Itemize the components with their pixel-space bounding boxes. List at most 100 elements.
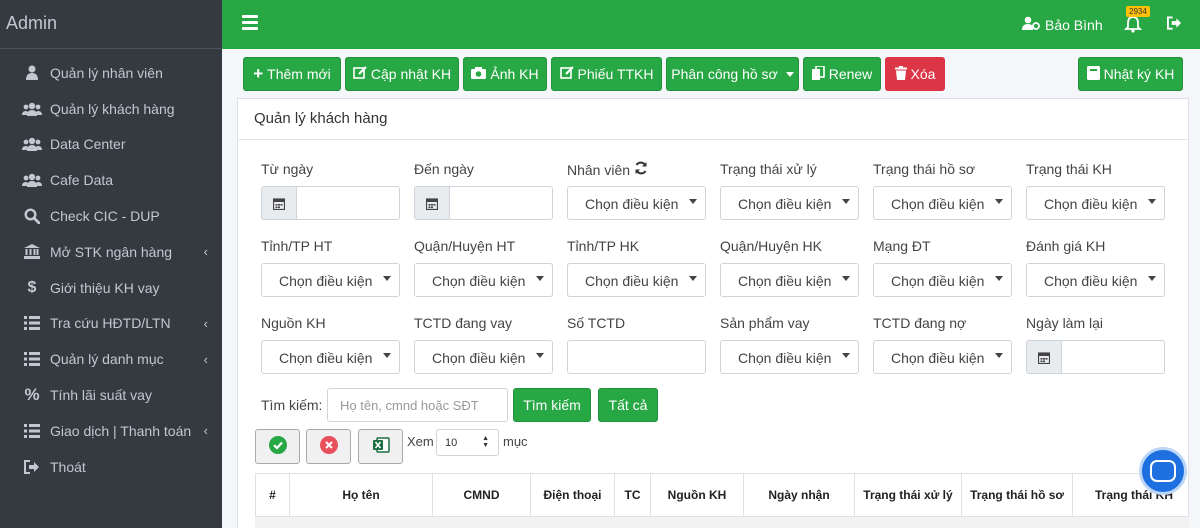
- search-input[interactable]: Họ tên, cmnd hoặc SĐT: [327, 388, 508, 422]
- table-header-cell[interactable]: TC: [614, 474, 650, 517]
- table-header-cell[interactable]: Trạng thái hồ sơ: [961, 474, 1072, 517]
- users-icon: [22, 102, 42, 116]
- redo-date-input[interactable]: [1026, 340, 1165, 374]
- sidebar-item-categories[interactable]: Quản lý danh mục ‹: [0, 341, 222, 377]
- zalo-chat-button[interactable]: [1139, 447, 1187, 495]
- reject-button[interactable]: [306, 429, 351, 464]
- province-ht-select[interactable]: Chọn điều kiện: [261, 263, 400, 297]
- logout-icon[interactable]: [1167, 16, 1182, 33]
- table-header-cell[interactable]: Trạng thái xử lý: [854, 474, 961, 517]
- notification-badge: 2934: [1126, 6, 1150, 17]
- file-status-select[interactable]: Chọn điều kiện: [873, 186, 1012, 220]
- from-date-input[interactable]: [261, 186, 400, 220]
- lender-count-input[interactable]: [567, 340, 706, 374]
- calendar-icon[interactable]: [1027, 341, 1062, 373]
- sidebar-item-label: Quản lý khách hàng: [50, 100, 175, 117]
- approve-button[interactable]: [255, 429, 300, 464]
- district-ht-select[interactable]: Chọn điều kiện: [414, 263, 553, 297]
- table-header-cell[interactable]: CMND: [432, 474, 530, 517]
- staff-select[interactable]: Chọn điều kiện: [567, 186, 706, 220]
- sidebar-item-transactions[interactable]: Giao dịch | Thanh toán ‹: [0, 413, 222, 449]
- lender-select[interactable]: Chọn điều kiện: [414, 340, 553, 374]
- chevron-left-icon: ‹: [203, 244, 208, 260]
- sidebar-item-staff[interactable]: Quản lý nhân viên: [0, 55, 222, 91]
- show-label: Xem: [407, 434, 434, 449]
- table-header-cell[interactable]: Họ tên: [289, 474, 432, 517]
- export-excel-button[interactable]: [358, 429, 403, 464]
- sidebar-item-label: Giới thiệu KH vay: [50, 279, 160, 296]
- renew-button[interactable]: Renew: [803, 57, 881, 91]
- users-icon: [22, 137, 42, 152]
- table-header-cell[interactable]: #: [255, 474, 289, 517]
- province-ht-label: Tỉnh/TP HT: [261, 238, 333, 254]
- sidebar-item-label: Giao dịch | Thanh toán: [50, 422, 192, 439]
- sidebar-item-customers[interactable]: Quản lý khách hàng: [0, 91, 222, 127]
- bank-icon: [22, 244, 42, 260]
- user-name: Bảo Bình: [1045, 16, 1103, 33]
- staff-label: Nhân viên: [567, 161, 648, 178]
- up-down-icon: ▲ ▼: [482, 435, 489, 449]
- source-label: Nguồn KH: [261, 315, 326, 331]
- to-date-input[interactable]: [414, 186, 553, 220]
- list-icon: [22, 423, 42, 438]
- calendar-icon[interactable]: [415, 187, 450, 219]
- network-select[interactable]: Chọn điều kiện: [873, 263, 1012, 297]
- delete-button[interactable]: Xóa: [885, 57, 945, 91]
- menu-icon[interactable]: [242, 15, 258, 33]
- page-size-select[interactable]: 10 ▲ ▼: [436, 429, 499, 456]
- camera-icon: [471, 66, 487, 82]
- file-status-label: Trạng thái hồ sơ: [873, 161, 976, 177]
- process-status-select[interactable]: Chọn điều kiện: [720, 186, 859, 220]
- table-header-cell[interactable]: Điện thoại: [530, 474, 614, 517]
- table-header-cell[interactable]: Ngày nhận: [743, 474, 854, 517]
- search-button[interactable]: Tìm kiếm: [513, 388, 591, 422]
- bell-icon[interactable]: [1123, 15, 1143, 33]
- sidebar-item-interest[interactable]: % Tính lãi suất vay: [0, 377, 222, 413]
- sidebar-item-cafe-data[interactable]: Cafe Data: [0, 162, 222, 198]
- assign-file-dropdown[interactable]: Phân công hồ sơ: [666, 57, 799, 91]
- sidebar-item-referral[interactable]: $ Giới thiệu KH vay: [0, 270, 222, 306]
- province-hk-select[interactable]: Chọn điều kiện: [567, 263, 706, 297]
- lender-count-label: Số TCTD: [567, 315, 626, 331]
- table-header-cell[interactable]: Nguồn KH: [650, 474, 743, 517]
- brand-title[interactable]: Admin: [0, 0, 222, 49]
- source-select[interactable]: Chọn điều kiện: [261, 340, 400, 374]
- show-all-button[interactable]: Tất cả: [598, 388, 658, 422]
- sidebar-item-logout[interactable]: Thoát: [0, 449, 222, 485]
- rating-label: Đánh giá KH: [1026, 238, 1106, 254]
- user-menu[interactable]: Bảo Bình: [1022, 16, 1103, 33]
- customer-ticket-button[interactable]: Phiếu TTKH: [551, 57, 662, 91]
- chevron-left-icon: ‹: [203, 351, 208, 367]
- district-hk-label: Quận/Huyện HK: [720, 238, 822, 254]
- sidebar-item-bank-account[interactable]: Mở STK ngân hàng ‹: [0, 234, 222, 270]
- district-ht-label: Quận/Huyện HT: [414, 238, 516, 254]
- sidebar-item-check-cic[interactable]: Check CIC - DUP: [0, 198, 222, 234]
- trash-icon: [894, 65, 907, 83]
- update-customer-button[interactable]: Cập nhật KH: [345, 57, 459, 91]
- rating-select[interactable]: Chọn điều kiện: [1026, 263, 1165, 297]
- sidebar-item-label: Mở STK ngân hàng: [50, 243, 173, 260]
- from-date-label: Từ ngày: [261, 161, 314, 177]
- district-hk-select[interactable]: Chọn điều kiện: [720, 263, 859, 297]
- sidebar-item-data-center[interactable]: Data Center: [0, 127, 222, 163]
- chevron-left-icon: ‹: [203, 315, 208, 331]
- customer-status-select[interactable]: Chọn điều kiện: [1026, 186, 1165, 220]
- list-icon: [22, 316, 42, 331]
- search-label: Tìm kiếm:: [261, 397, 323, 413]
- customer-log-button[interactable]: Nhật ký KH: [1078, 57, 1183, 91]
- redo-date-label: Ngày làm lại: [1026, 315, 1104, 331]
- table-row[interactable]: [255, 517, 1189, 528]
- refresh-icon[interactable]: [634, 161, 648, 178]
- process-status-label: Trạng thái xử lý: [720, 161, 817, 177]
- add-button[interactable]: + Thêm mới: [243, 57, 341, 91]
- excel-icon: [372, 436, 390, 457]
- sidebar-item-contract-lookup[interactable]: Tra cứu HĐTD/LTN ‹: [0, 306, 222, 342]
- customer-photo-button[interactable]: Ảnh KH: [463, 57, 547, 91]
- zalo-icon: [1150, 460, 1176, 482]
- calendar-icon[interactable]: [262, 187, 297, 219]
- debt-lender-select[interactable]: Chọn điều kiện: [873, 340, 1012, 374]
- user-gear-icon: [1022, 16, 1040, 33]
- loan-product-label: Sản phẩm vay: [720, 315, 810, 331]
- check-circle-icon: [268, 436, 287, 457]
- loan-product-select[interactable]: Chọn điều kiện: [720, 340, 859, 374]
